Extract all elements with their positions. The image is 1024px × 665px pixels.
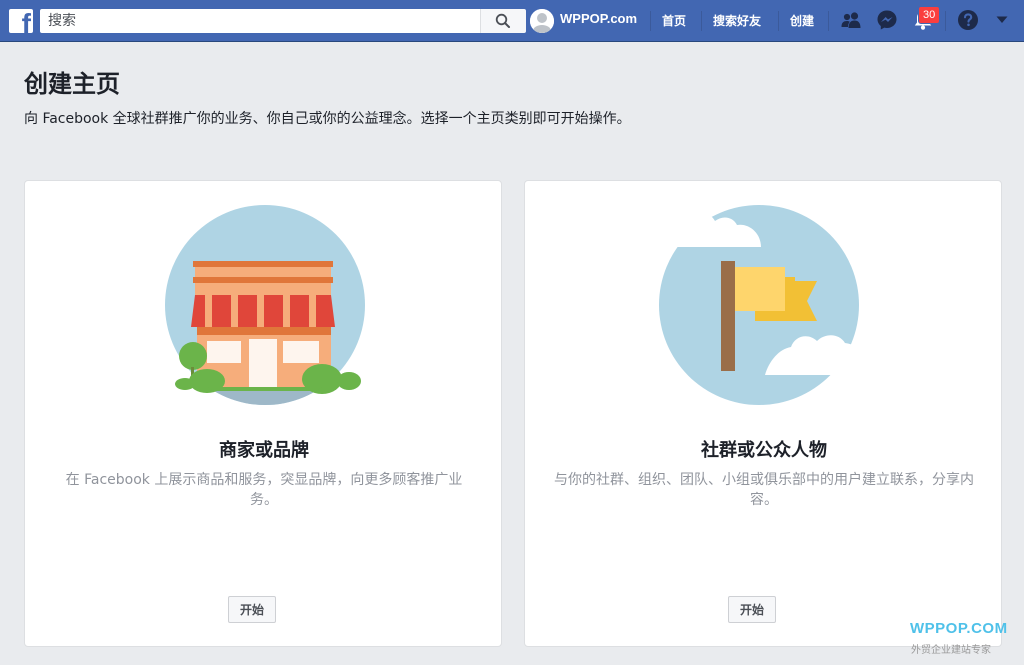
help-icon[interactable] bbox=[957, 9, 979, 31]
nav-divider bbox=[945, 11, 946, 31]
search-button[interactable] bbox=[480, 9, 526, 33]
community-public-figure-card[interactable]: 社群或公众人物 与你的社群、组织、团队、小组或俱乐部中的用户建立联系，分享内容。… bbox=[524, 180, 1002, 647]
watermark-brand: WPPOP.COM bbox=[910, 620, 1008, 637]
flag-illustration bbox=[659, 205, 871, 405]
search-input[interactable] bbox=[40, 9, 438, 33]
nav-find-friends-link[interactable]: 搜索好友 bbox=[713, 12, 761, 29]
business-card-title: 商家或品牌 bbox=[219, 440, 309, 461]
dropdown-arrow-icon[interactable] bbox=[995, 14, 1009, 26]
search-box bbox=[40, 9, 526, 33]
storefront-illustration bbox=[165, 205, 365, 405]
top-navigation-bar: f WPPOP.com 首页 搜索好友 创建 bbox=[0, 0, 1024, 42]
community-start-button[interactable]: 开始 bbox=[728, 596, 776, 623]
business-card-description: 在 Facebook 上展示商品和服务，突显品牌，向更多顾客推广业务。 bbox=[65, 472, 463, 508]
page-description: 向 Facebook 全球社群推广你的业务、你自己或你的公益理念。选择一个主页类… bbox=[24, 111, 631, 127]
avatar bbox=[530, 9, 554, 33]
notification-badge: 30 bbox=[918, 6, 941, 24]
search-icon bbox=[495, 13, 510, 28]
page-title: 创建主页 bbox=[24, 70, 120, 98]
business-start-button[interactable]: 开始 bbox=[228, 596, 276, 623]
nav-divider bbox=[828, 11, 829, 31]
business-brand-card[interactable]: 商家或品牌 在 Facebook 上展示商品和服务，突显品牌，向更多顾客推广业务… bbox=[24, 180, 502, 647]
default-avatar-icon bbox=[530, 9, 554, 33]
facebook-logo-letter: f bbox=[21, 9, 31, 34]
nav-home-link[interactable]: 首页 bbox=[662, 12, 686, 29]
nav-create-link[interactable]: 创建 bbox=[790, 12, 814, 29]
nav-divider bbox=[650, 11, 651, 31]
messenger-icon[interactable] bbox=[876, 9, 898, 31]
friends-icon[interactable] bbox=[840, 9, 862, 31]
facebook-logo[interactable]: f bbox=[9, 9, 33, 33]
nav-divider bbox=[701, 11, 702, 31]
community-card-title: 社群或公众人物 bbox=[701, 440, 827, 461]
watermark-tagline: 外贸企业建站专家 bbox=[911, 645, 991, 656]
nav-divider bbox=[778, 11, 779, 31]
profile-name: WPPOP.com bbox=[560, 11, 638, 26]
community-card-description: 与你的社群、组织、团队、小组或俱乐部中的用户建立联系，分享内容。 bbox=[554, 472, 974, 508]
